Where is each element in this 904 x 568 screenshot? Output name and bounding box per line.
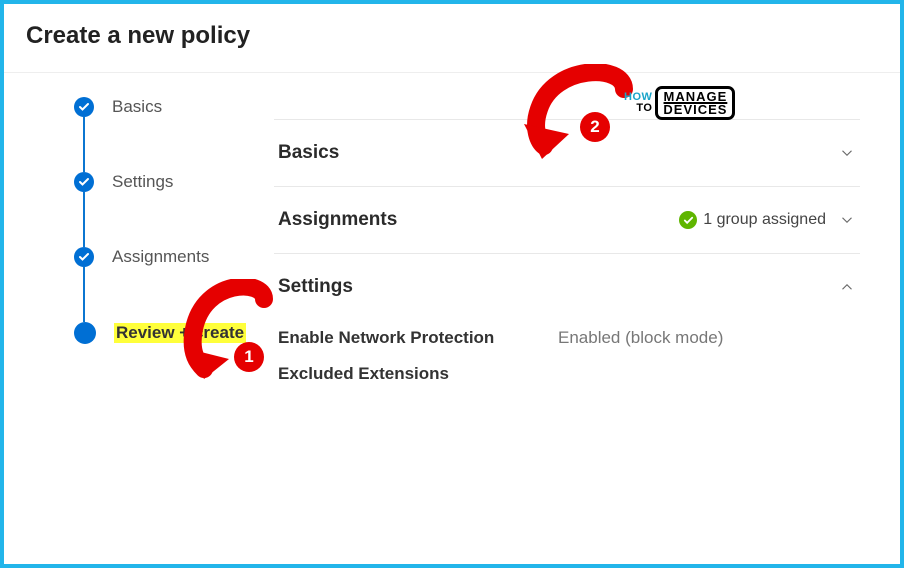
step-label: Basics xyxy=(112,97,162,117)
section-basics[interactable]: Basics xyxy=(274,119,860,186)
settings-detail-list: Enable Network Protection Enabled (block… xyxy=(274,320,860,412)
review-panel: Basics Assignments 1 group assigned Sett… xyxy=(264,97,900,412)
check-icon xyxy=(74,172,94,192)
chevron-up-icon xyxy=(838,278,856,296)
step-review-create[interactable]: Review + create xyxy=(74,322,264,344)
step-connector xyxy=(83,192,85,247)
step-label: Settings xyxy=(112,172,173,192)
step-basics[interactable]: Basics xyxy=(74,97,264,117)
annotation-badge-2: 2 xyxy=(580,112,610,142)
setting-key: Excluded Extensions xyxy=(278,364,558,384)
chevron-down-icon xyxy=(838,211,856,229)
status-badge: 1 group assigned xyxy=(679,211,826,229)
step-label: Review + create xyxy=(114,323,246,343)
content-area: Basics Settings Assignments Review + cre… xyxy=(4,73,900,412)
watermark-logo: HOW TO MANAGE DEVICES xyxy=(624,86,735,120)
section-title: Assignments xyxy=(278,209,397,231)
step-connector xyxy=(83,117,85,172)
step-settings[interactable]: Settings xyxy=(74,172,264,192)
check-icon xyxy=(74,97,94,117)
step-assignments[interactable]: Assignments xyxy=(74,247,264,267)
check-icon xyxy=(679,211,697,229)
section-assignments[interactable]: Assignments 1 group assigned xyxy=(274,186,860,253)
setting-row: Enable Network Protection Enabled (block… xyxy=(278,320,856,356)
page-title: Create a new policy xyxy=(4,4,900,50)
section-title: Settings xyxy=(278,276,353,298)
step-connector xyxy=(83,267,85,322)
active-step-icon xyxy=(74,322,96,344)
status-text: 1 group assigned xyxy=(703,211,826,229)
section-settings[interactable]: Settings xyxy=(274,253,860,320)
check-icon xyxy=(74,247,94,267)
chevron-down-icon xyxy=(838,144,856,162)
wizard-stepper: Basics Settings Assignments Review + cre… xyxy=(4,97,264,412)
setting-key: Enable Network Protection xyxy=(278,328,558,348)
setting-value: Enabled (block mode) xyxy=(558,328,723,348)
setting-row: Excluded Extensions xyxy=(278,356,856,392)
step-label: Assignments xyxy=(112,247,209,267)
section-title: Basics xyxy=(278,142,339,164)
annotation-badge-1: 1 xyxy=(234,342,264,372)
